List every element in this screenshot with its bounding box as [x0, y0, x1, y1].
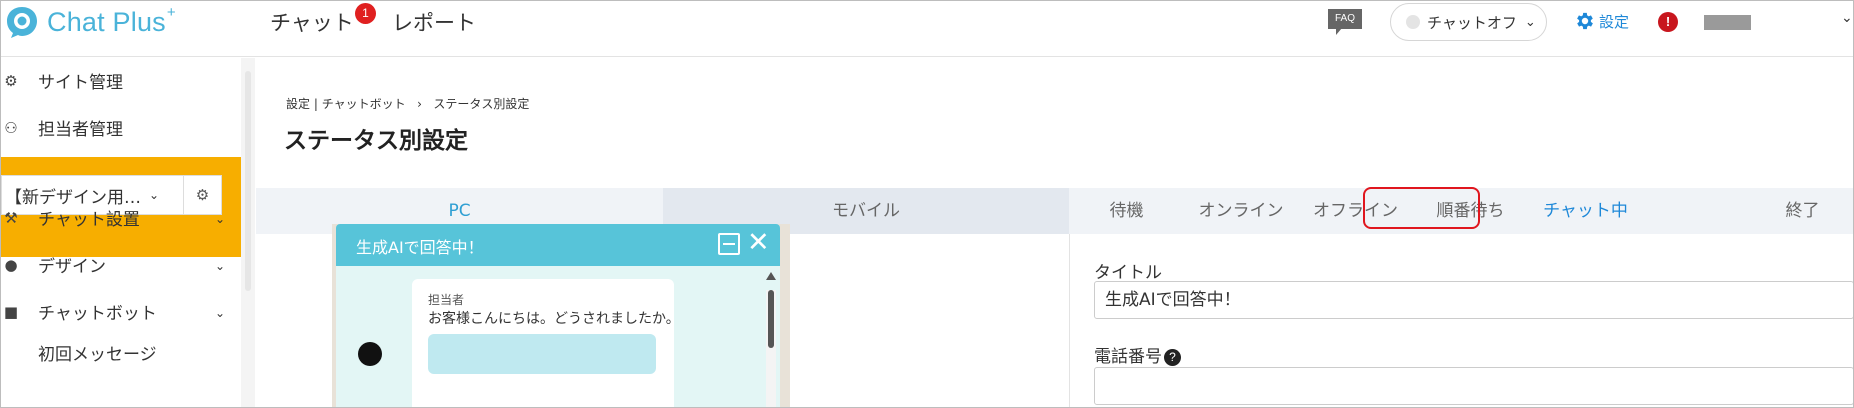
user-name-redacted[interactable] [1704, 15, 1751, 30]
help-icon[interactable]: ? [1164, 349, 1181, 366]
chat-status-select[interactable]: チャットオフ ⌄ [1390, 3, 1547, 41]
sidebar: ⚙ サイト管理 ⚇ 担当者管理 【新デザイン用… ⌄ ⚙ ⚒ チャット設置 ⌄ … [1, 58, 241, 407]
sidebar-item-label: チャット設置 [38, 210, 140, 230]
chevron-down-icon[interactable]: ⌄ [215, 212, 225, 226]
chat-scrollbar[interactable] [768, 290, 774, 348]
breadcrumb-separator: › [417, 97, 422, 111]
sidebar-item-label: サイト管理 [38, 73, 123, 93]
sidebar-item-design[interactable]: ● デザイン [1, 252, 106, 278]
chat-preview-title: 生成AIで回答中！ [356, 238, 484, 257]
users-gear-icon: ⚇ [4, 118, 18, 137]
chevron-down-icon[interactable]: ⌄ [215, 306, 225, 320]
chat-plus-logo-icon [7, 7, 37, 38]
sidebar-subitem-initial-message[interactable]: 初回メッセージ [38, 340, 157, 365]
minimize-icon[interactable] [718, 233, 740, 255]
operator-avatar [358, 342, 382, 366]
chat-message-bubble: 担当者 お客様こんにちは。どうされましたか。 [412, 279, 680, 407]
phone-label: 電話番号? [1094, 342, 1181, 367]
tab-standby[interactable]: 待機 [1069, 188, 1184, 234]
sidebar-item-chatbot[interactable]: ■ チャットボット [1, 299, 157, 325]
sidebar-item-operator-management[interactable]: ⚇ 担当者管理 [1, 115, 123, 141]
chat-preview-window: 生成AIで回答中！ ✕ 担当者 お客様こんにちは。どうされましたか。 [336, 224, 780, 407]
chat-bubbles-icon: ■ [3, 302, 19, 321]
breadcrumb: 設定 | チャットボット › ステータス別設定 [286, 95, 529, 112]
gears-icon: ⚙ [4, 71, 18, 90]
chat-option-bubble[interactable] [428, 334, 656, 374]
phone-label-text: 電話番号 [1094, 347, 1162, 367]
site-settings-button[interactable]: ⚙ [184, 175, 222, 215]
tab-ended[interactable]: 終了 [1745, 188, 1853, 234]
tab-online[interactable]: オンライン [1184, 188, 1298, 234]
breadcrumb-settings[interactable]: 設定 [286, 97, 310, 111]
active-tab-highlight [1363, 187, 1480, 229]
tab-in-chat[interactable]: チャット中 [1528, 188, 1643, 234]
settings-link[interactable]: 設定 [1574, 10, 1629, 32]
sidebar-item-site-management[interactable]: ⚙ サイト管理 [1, 68, 123, 94]
page-title: ステータス別設定 [284, 128, 468, 154]
title-label: タイトル [1094, 263, 1162, 283]
status-settings-form: タイトル 生成AIで回答中！ 電話番号? [1069, 234, 1853, 407]
faq-icon: FAQ [1328, 9, 1362, 29]
nav-report[interactable]: レポート [392, 7, 476, 37]
breadcrumb-separator: | [313, 97, 318, 111]
close-icon[interactable]: ✕ [747, 227, 770, 259]
gear-icon [1577, 12, 1593, 30]
chevron-down-icon[interactable]: ⌄ [215, 259, 225, 273]
sidebar-item-label: 担当者管理 [38, 120, 123, 140]
breadcrumb-chatbot[interactable]: チャットボット [322, 97, 406, 111]
breadcrumb-current: ステータス別設定 [433, 97, 530, 111]
sidebar-subitem-label: 初回メッセージ [38, 345, 157, 365]
status-dot-icon [1406, 15, 1420, 29]
faq-bubble-tail [1336, 28, 1342, 35]
sidebar-item-chat-install[interactable]: ⚒ チャット設置 [1, 205, 140, 231]
gears-icon: ⚙ [195, 186, 210, 204]
chat-count-badge: 1 [355, 3, 376, 24]
tools-icon: ⚒ [4, 208, 18, 227]
title-input[interactable]: 生成AIで回答中！ [1094, 281, 1853, 319]
sidebar-item-label: チャットボット [38, 304, 157, 324]
operator-name: 担当者 [428, 293, 465, 307]
phone-input[interactable] [1094, 367, 1853, 405]
chat-status-value: チャットオフ [1427, 13, 1517, 32]
sidebar-scrollbar[interactable] [245, 71, 251, 291]
app-window: Chat Plus + チャット 1 レポート FAQ チャットオフ ⌄ 設定 … [0, 0, 1854, 408]
settings-label: 設定 [1599, 12, 1630, 31]
alert-icon[interactable]: ! [1658, 12, 1678, 32]
chat-plus-logo[interactable]: Chat Plus + [5, 3, 176, 39]
chat-message-text: お客様こんにちは。どうされましたか。 [428, 311, 680, 327]
logo-plus: + [166, 3, 176, 21]
nav-chat[interactable]: チャット [270, 7, 354, 37]
scroll-up-arrow-icon[interactable] [766, 272, 776, 280]
sidebar-item-label: デザイン [38, 257, 106, 277]
user-menu-chevron-icon[interactable]: ⌄ [1841, 10, 1853, 26]
palette-icon: ● [4, 255, 18, 274]
chat-preview-header: 生成AIで回答中！ ✕ [336, 224, 780, 266]
chevron-down-icon: ⌄ [149, 188, 160, 202]
site-select-value: 【新デザイン用… [5, 187, 141, 208]
top-header: Chat Plus + チャット 1 レポート FAQ チャットオフ ⌄ 設定 … [1, 1, 1853, 57]
faq-button[interactable]: FAQ [1328, 9, 1362, 35]
chevron-down-icon: ⌄ [1524, 14, 1536, 30]
logo-text: Chat Plus [47, 6, 166, 37]
